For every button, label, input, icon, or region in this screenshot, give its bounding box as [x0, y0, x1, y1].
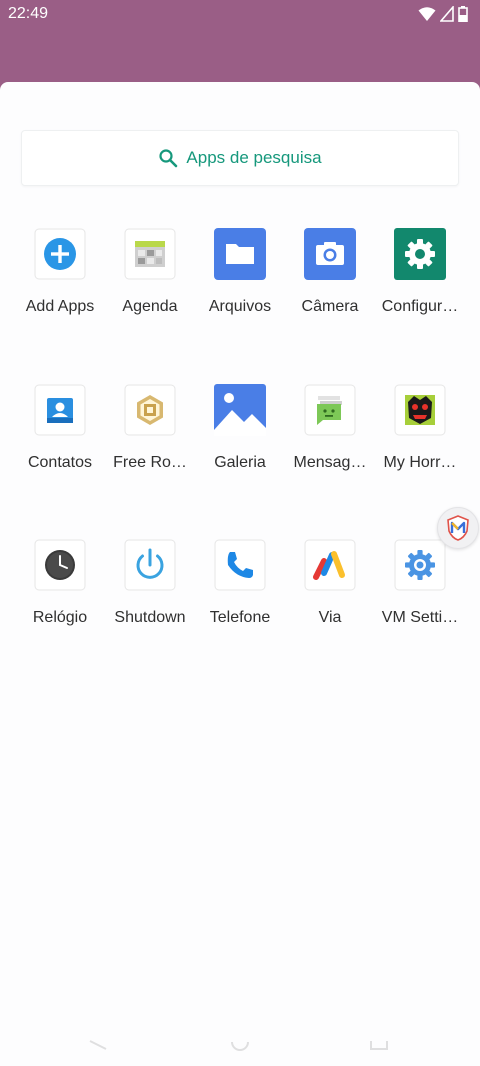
app-search-bar[interactable]: Apps de pesquisa [21, 130, 459, 186]
vm-settings-gear-icon [394, 539, 446, 591]
app-camera[interactable]: Câmera [285, 227, 375, 383]
navigation-bar [0, 1026, 480, 1066]
app-label: My Horr… [383, 453, 457, 471]
app-label: Free Ro… [113, 453, 187, 471]
app-label: Agenda [122, 298, 178, 315]
back-nav-icon[interactable] [88, 1038, 108, 1056]
status-bar: 22:49 [0, 0, 480, 28]
app-label: Shutdown [114, 609, 186, 626]
app-mensagens[interactable]: Mensag… [285, 383, 375, 539]
app-grid: Add Apps Agenda Arquivos Câmera Configur… [15, 227, 465, 694]
app-label: Telefone [209, 609, 271, 626]
home-nav-icon[interactable] [231, 1038, 249, 1056]
app-telefone[interactable]: Telefone [195, 538, 285, 694]
settings-icon [394, 228, 446, 280]
files-icon [214, 228, 266, 280]
recents-nav-icon[interactable] [370, 1038, 388, 1056]
app-label: Mensag… [293, 453, 367, 471]
camera-icon [304, 228, 356, 280]
free-robux-icon [124, 384, 176, 436]
app-label: Add Apps [25, 298, 95, 315]
app-label: Configur… [381, 298, 459, 315]
app-vm-settings[interactable]: VM Setti… [375, 538, 465, 694]
app-label: Câmera [301, 298, 359, 315]
shield-m-icon [447, 515, 469, 541]
app-via[interactable]: Via [285, 538, 375, 694]
signal-icon [440, 6, 454, 22]
floating-shortcut-bubble[interactable] [437, 507, 479, 549]
app-label: Relógio [32, 609, 88, 626]
app-add-apps[interactable]: Add Apps [15, 227, 105, 383]
app-label: Arquivos [208, 298, 272, 315]
app-free-robux[interactable]: Free Ro… [105, 383, 195, 539]
app-label: VM Setti… [381, 609, 459, 626]
battery-icon [458, 6, 468, 22]
power-icon [124, 539, 176, 591]
agenda-icon [124, 228, 176, 280]
my-horror-icon [394, 384, 446, 436]
wifi-icon [418, 7, 436, 21]
messages-icon [304, 384, 356, 436]
app-agenda[interactable]: Agenda [105, 227, 195, 383]
app-contatos[interactable]: Contatos [15, 383, 105, 539]
app-label: Via [318, 609, 342, 626]
app-relogio[interactable]: Relógio [15, 538, 105, 694]
phone-icon [214, 539, 266, 591]
gallery-icon [214, 383, 266, 436]
contacts-icon [34, 384, 86, 436]
app-galeria[interactable]: Galeria [195, 383, 285, 539]
search-icon [159, 149, 178, 168]
status-icons [418, 5, 468, 23]
search-label: Apps de pesquisa [186, 148, 322, 167]
app-shutdown[interactable]: Shutdown [105, 538, 195, 694]
app-arquivos[interactable]: Arquivos [195, 227, 285, 383]
app-label: Contatos [27, 453, 93, 471]
status-time: 22:49 [8, 5, 49, 22]
via-icon [304, 539, 356, 591]
app-label: Galeria [214, 453, 266, 471]
app-configuracoes[interactable]: Configur… [375, 227, 465, 383]
app-drawer: Apps de pesquisa Add Apps Agenda Arquivo… [0, 82, 480, 1066]
add-apps-icon [34, 228, 86, 280]
clock-icon [34, 539, 86, 591]
